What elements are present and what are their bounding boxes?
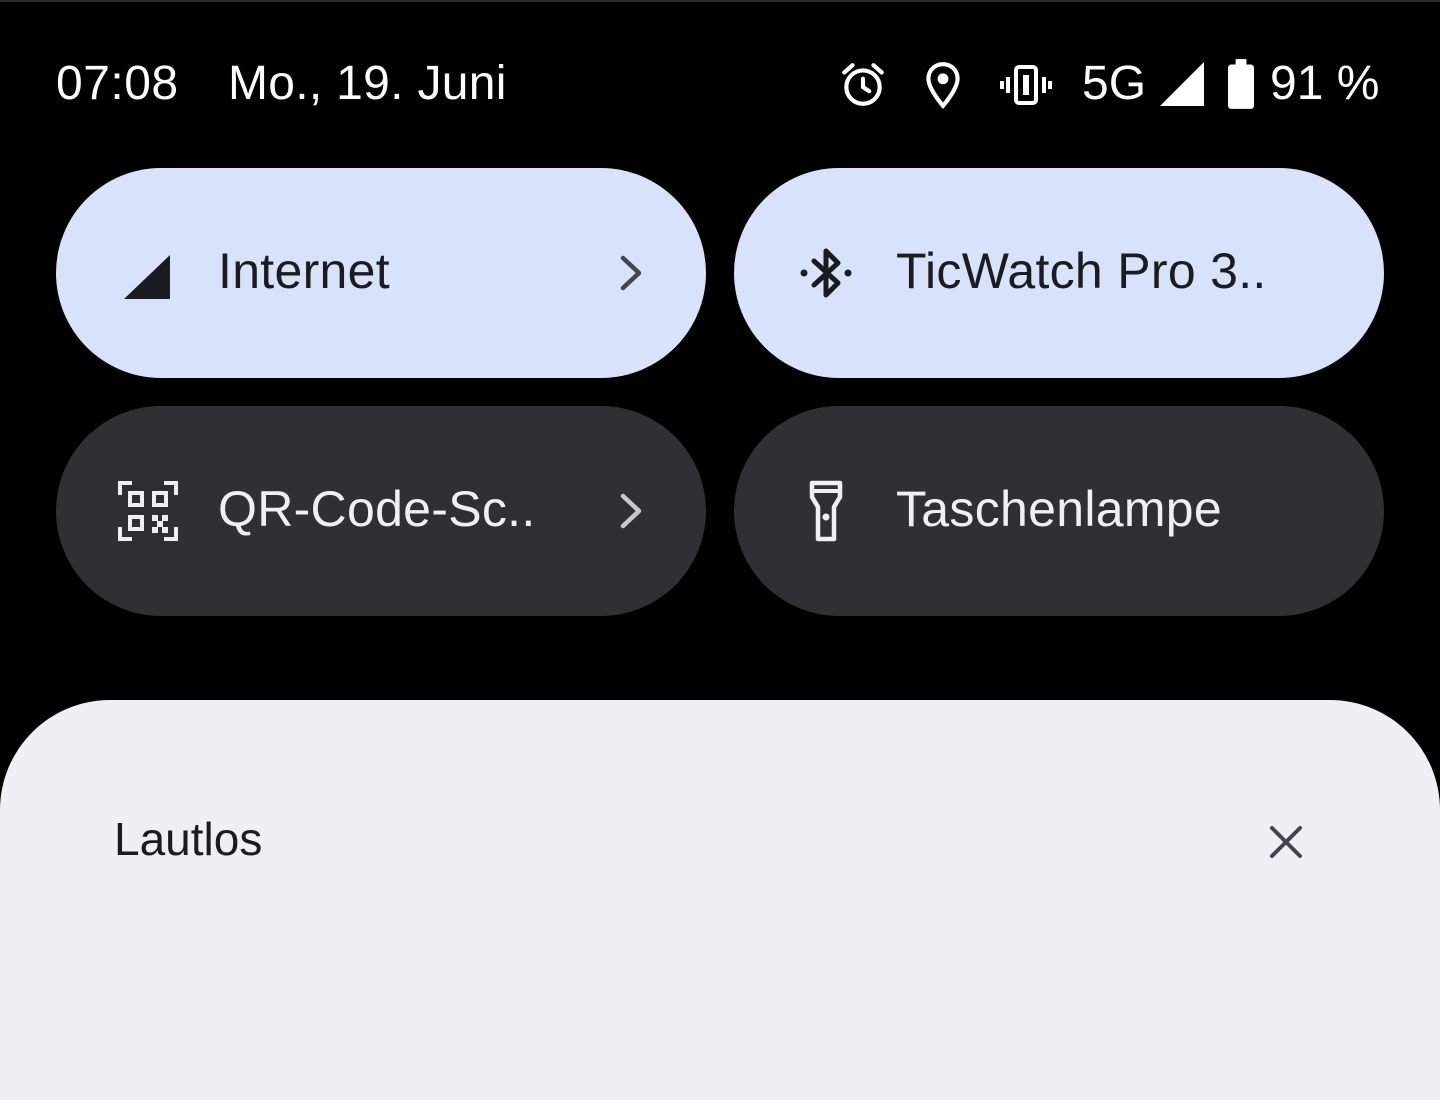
location-icon bbox=[926, 62, 960, 109]
tile-bluetooth-label: TicWatch Pro 3.. bbox=[896, 243, 1267, 299]
bluetooth-icon bbox=[800, 248, 852, 298]
tile-qr-scanner-label: QR-Code-Sc.. bbox=[218, 481, 536, 537]
tile-internet-label: Internet bbox=[218, 243, 390, 299]
status-time: 07:08 bbox=[56, 57, 179, 110]
tile-flashlight-label: Taschenlampe bbox=[896, 481, 1223, 537]
chevron-right-icon bbox=[620, 493, 642, 529]
alarm-icon bbox=[842, 63, 884, 106]
status-bar: 07:08 Mo., 19. Juni 5G 91 % bbox=[0, 50, 1440, 120]
battery-icon bbox=[1228, 59, 1254, 109]
tile-qr-scanner[interactable]: QR-Code-Sc.. bbox=[56, 406, 706, 616]
status-date: Mo., 19. Juni bbox=[228, 57, 507, 110]
close-icon[interactable] bbox=[1266, 822, 1306, 862]
vibrate-icon bbox=[1000, 65, 1052, 105]
network-type: 5G bbox=[1082, 57, 1147, 110]
chevron-right-icon bbox=[620, 255, 642, 291]
tile-bluetooth[interactable]: TicWatch Pro 3.. bbox=[734, 168, 1384, 378]
notification-sheet: Lautlos bbox=[0, 700, 1440, 1100]
tile-flashlight[interactable]: Taschenlampe bbox=[734, 406, 1384, 616]
tile-internet[interactable]: Internet bbox=[56, 168, 706, 378]
signal-icon bbox=[1160, 62, 1204, 106]
flashlight-icon bbox=[809, 480, 843, 542]
qr-code-icon bbox=[118, 481, 178, 541]
screen-top-edge bbox=[0, 0, 1440, 2]
cellular-signal-icon bbox=[124, 255, 170, 299]
battery-percentage: 91 % bbox=[1270, 57, 1380, 110]
notification-section-title: Lautlos bbox=[114, 813, 263, 865]
